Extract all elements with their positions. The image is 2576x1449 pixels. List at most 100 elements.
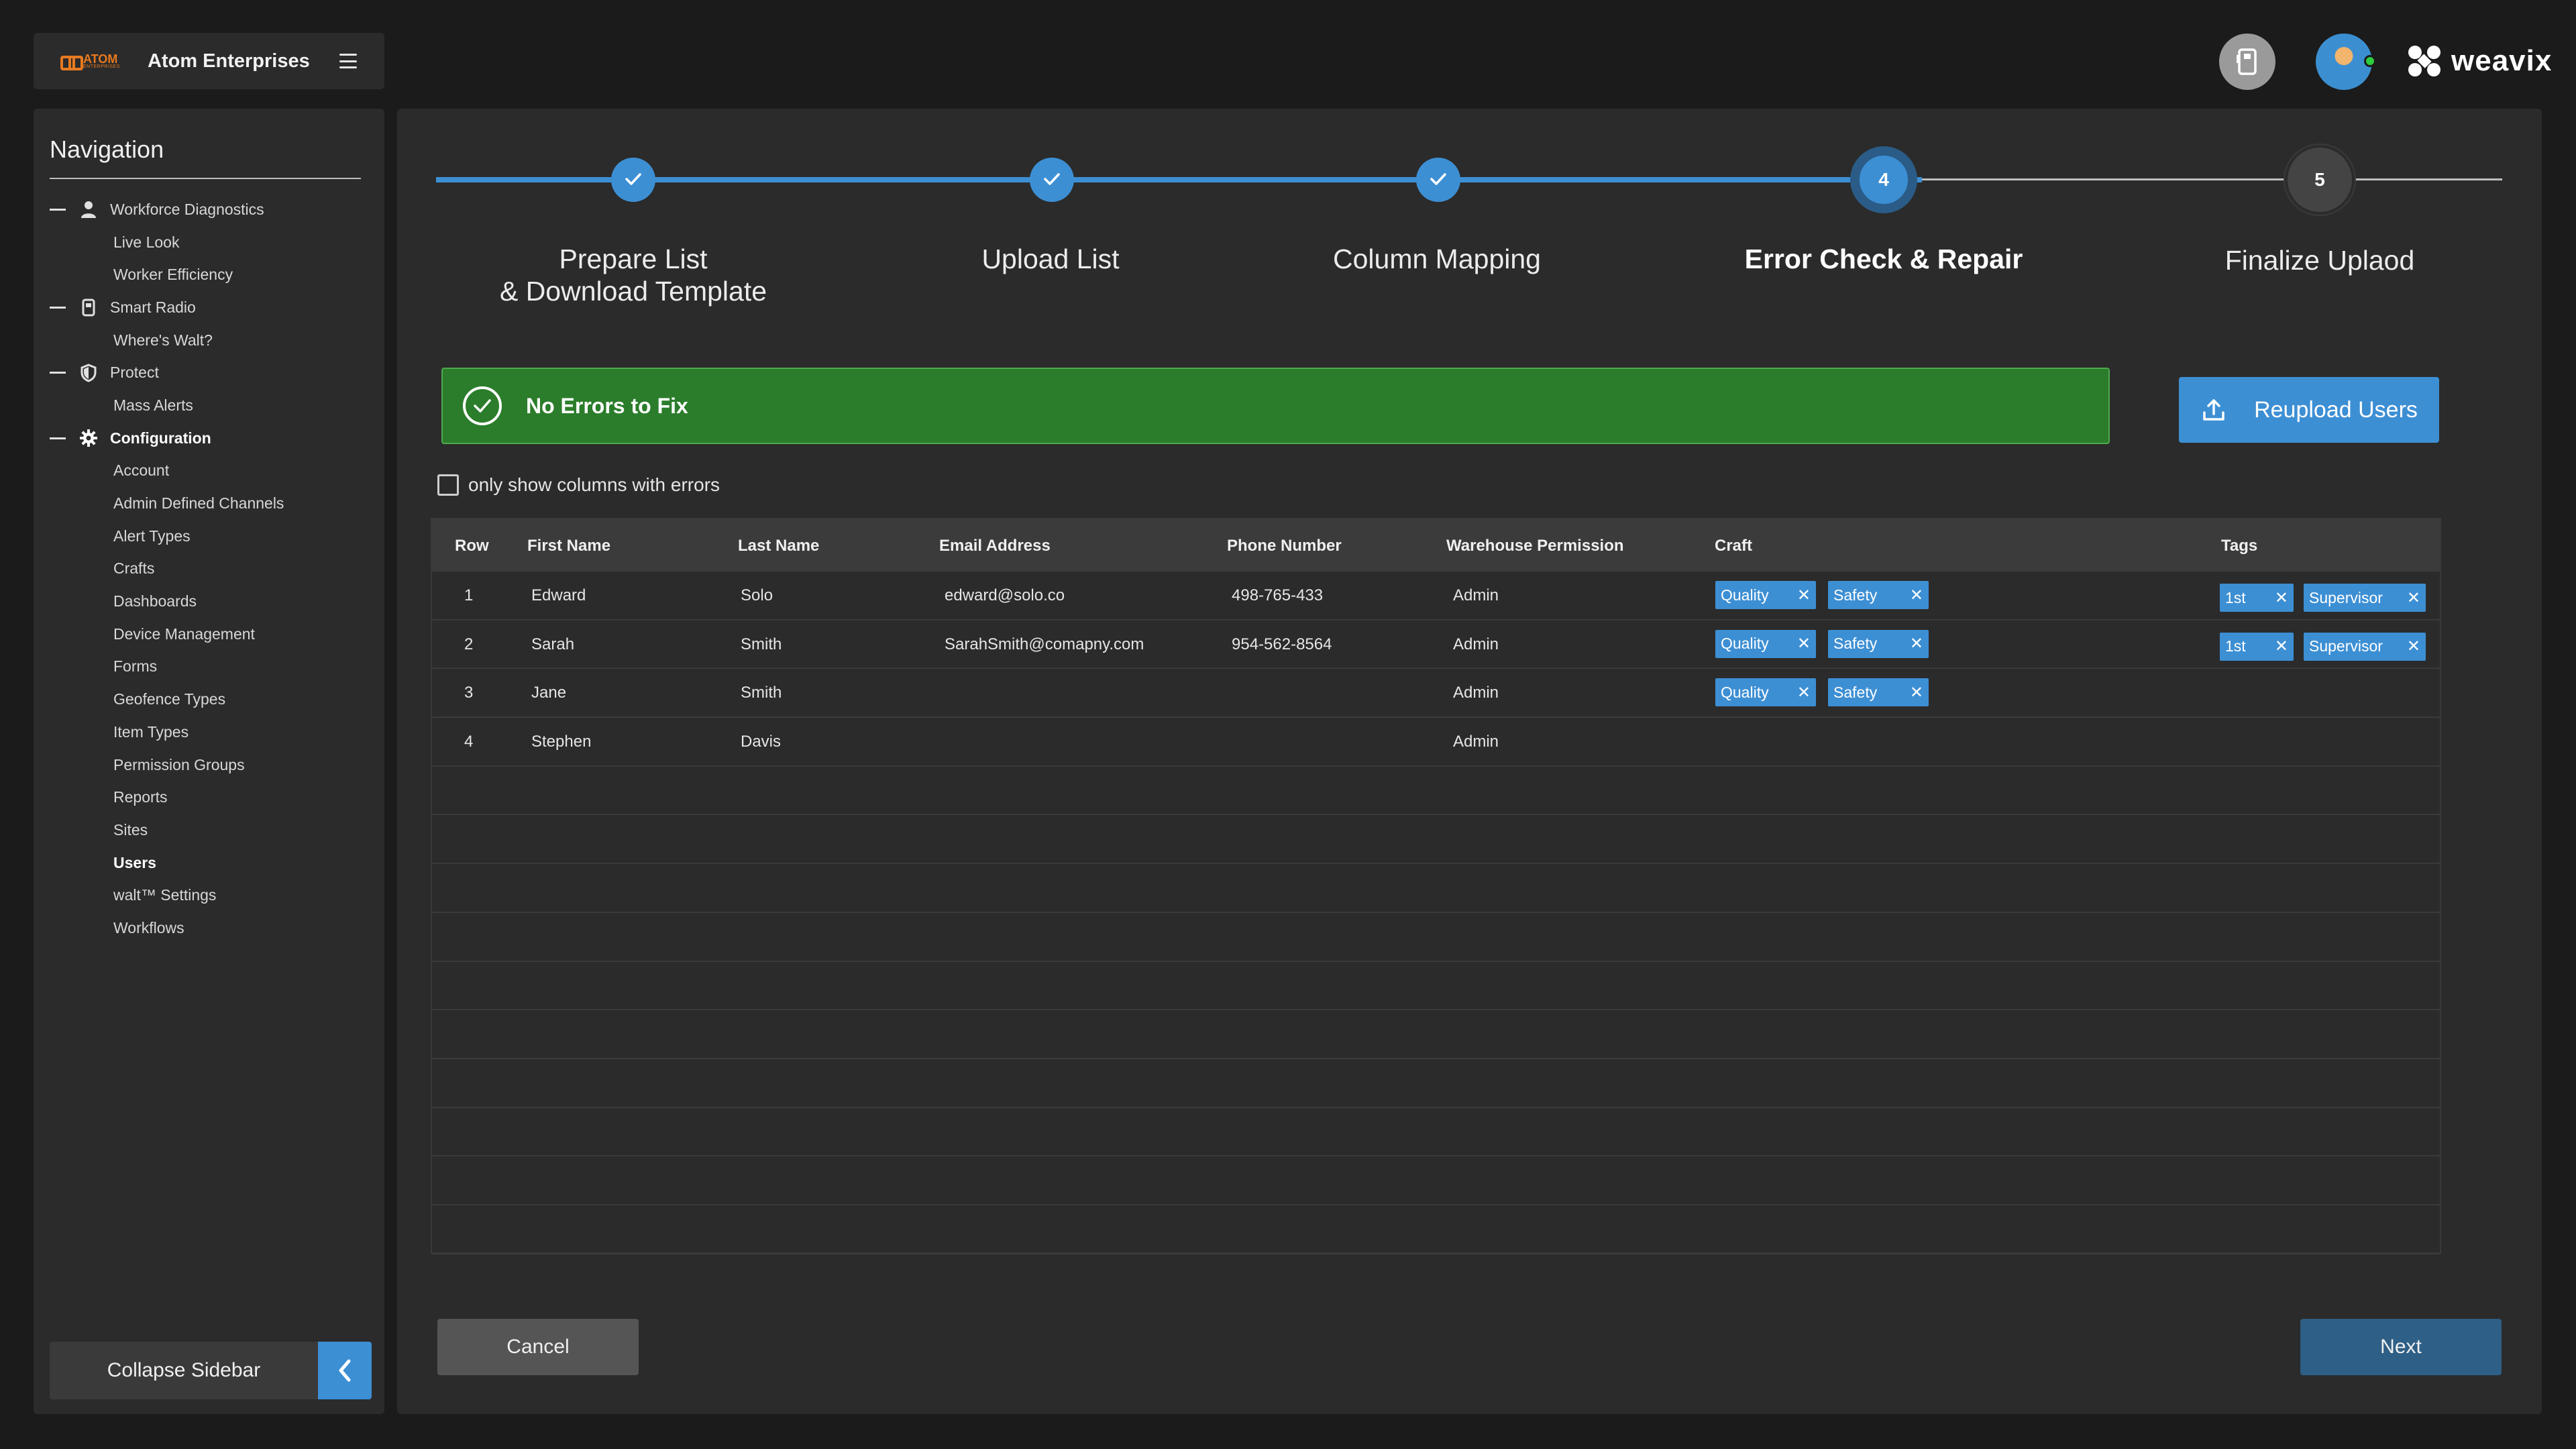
table-row[interactable]: 4 Stephen Davis Admin <box>432 718 2440 767</box>
column-header-last-name[interactable]: Last Name <box>738 537 819 555</box>
craft-chip[interactable]: Quality ✕ <box>1715 678 1816 707</box>
craft-chip[interactable]: Quality ✕ <box>1715 581 1816 609</box>
collapse-minus-icon[interactable] <box>50 208 66 211</box>
cancel-button[interactable]: Cancel <box>437 1319 639 1375</box>
sidebar-item-where-s-walt[interactable]: Where's Walt? <box>50 324 365 357</box>
sidebar-item-walt-settings[interactable]: walt™ Settings <box>50 879 365 912</box>
cell-permission[interactable]: Admin <box>1453 586 1499 605</box>
sidebar-item-smart-radio[interactable]: Smart Radio <box>50 291 365 324</box>
column-header-warehouse-permission[interactable]: Warehouse Permission <box>1446 537 1624 555</box>
column-header-tags[interactable]: Tags <box>2221 537 2257 555</box>
remove-chip-icon[interactable]: ✕ <box>1793 634 1811 653</box>
cell-phone[interactable]: 498-765-433 <box>1232 586 1323 605</box>
check-icon <box>1043 169 1061 191</box>
tag-chip[interactable]: Supervisor ✕ <box>2304 584 2426 612</box>
sidebar-item-worker-efficiency[interactable]: Worker Efficiency <box>50 258 365 291</box>
sidebar-item-permission-groups[interactable]: Permission Groups <box>50 749 365 782</box>
remove-chip-icon[interactable]: ✕ <box>2403 637 2420 656</box>
sidebar-item-forms[interactable]: Forms <box>50 651 365 684</box>
column-header-first-name[interactable]: First Name <box>527 537 610 555</box>
tag-chip[interactable]: 1st ✕ <box>2220 584 2294 612</box>
remove-chip-icon[interactable]: ✕ <box>1906 586 1923 605</box>
remove-chip-icon[interactable]: ✕ <box>2403 588 2420 608</box>
remove-chip-icon[interactable]: ✕ <box>1906 634 1923 653</box>
cell-permission[interactable]: Admin <box>1453 635 1499 654</box>
sidebar-item-workforce-diagnostics[interactable]: Workforce Diagnostics <box>50 193 365 226</box>
cell-email[interactable]: edward@solo.co <box>945 586 1065 605</box>
sidebar-item-geofence-types[interactable]: Geofence Types <box>50 683 365 716</box>
remove-chip-icon[interactable]: ✕ <box>2271 637 2288 656</box>
cell-first[interactable]: Stephen <box>531 733 591 751</box>
table-row[interactable]: 2 Sarah Smith SarahSmith@comapny.com 954-562… <box>432 621 2440 669</box>
atom-logo: ATOM ENTERPRISES <box>60 48 127 74</box>
cell-permission[interactable]: Admin <box>1453 684 1499 702</box>
sidebar-item-reports[interactable]: Reports <box>50 781 365 814</box>
craft-chip[interactable]: Safety ✕ <box>1828 629 1929 658</box>
sidebar-item-admin-defined-channels[interactable]: Admin Defined Channels <box>50 487 365 520</box>
cell-row[interactable]: 1 <box>464 586 473 605</box>
step-label-line: Error Check & Repair <box>1744 244 2023 274</box>
sidebar-item-workflows[interactable]: Workflows <box>50 912 365 945</box>
error-filter[interactable]: only show columns with errors <box>437 474 720 496</box>
cell-last[interactable]: Solo <box>741 586 773 605</box>
sidebar-item-label: Item Types <box>113 722 189 741</box>
remove-chip-icon[interactable]: ✕ <box>1793 683 1811 702</box>
cell-last[interactable]: Davis <box>741 733 781 751</box>
table-row[interactable]: 1 Edward Solo edward@solo.co 498-765-433 Admi… <box>432 572 2440 621</box>
sidebar-item-label: Geofence Types <box>113 690 226 708</box>
stepper-progress-done <box>436 177 1922 182</box>
cell-email[interactable]: SarahSmith@comapny.com <box>945 635 1144 654</box>
sidebar-item-users[interactable]: Users <box>50 847 365 879</box>
cell-phone[interactable]: 954-562-8564 <box>1232 635 1332 654</box>
sidebar-item-label: Worker Efficiency <box>113 266 233 284</box>
step-number: 5 <box>2314 169 2325 190</box>
craft-chip[interactable]: Safety ✕ <box>1828 678 1929 707</box>
cell-first[interactable]: Jane <box>531 684 566 702</box>
column-header-craft[interactable]: Craft <box>1715 537 1752 555</box>
cell-row[interactable]: 3 <box>464 684 473 702</box>
sidebar-item-mass-alerts[interactable]: Mass Alerts <box>50 389 365 422</box>
error-filter-checkbox[interactable] <box>437 474 459 496</box>
cell-first[interactable]: Sarah <box>531 635 574 654</box>
cell-last[interactable]: Smith <box>741 684 782 702</box>
next-button[interactable]: Next <box>2300 1319 2502 1375</box>
device-icon[interactable] <box>2219 34 2275 90</box>
sidebar-item-item-types[interactable]: Item Types <box>50 716 365 749</box>
table-row[interactable]: 3 Jane Smith Admin Quality ✕ Safety ✕ <box>432 669 2440 718</box>
sidebar-item-label: Dashboards <box>113 592 197 610</box>
cell-first[interactable]: Edward <box>531 586 586 605</box>
cell-row[interactable]: 4 <box>464 733 473 751</box>
empty-table-row <box>432 864 2440 913</box>
column-header-row[interactable]: Row <box>455 537 489 555</box>
collapse-minus-icon[interactable] <box>50 437 66 439</box>
collapse-sidebar[interactable]: Collapse Sidebar <box>50 1342 372 1399</box>
sidebar-item-sites[interactable]: Sites <box>50 814 365 847</box>
collapse-minus-icon[interactable] <box>50 306 66 309</box>
remove-chip-icon[interactable]: ✕ <box>1793 586 1811 605</box>
sidebar-item-crafts[interactable]: Crafts <box>50 553 365 586</box>
sidebar-item-device-management[interactable]: Device Management <box>50 618 365 651</box>
cell-row[interactable]: 2 <box>464 635 473 654</box>
remove-chip-icon[interactable]: ✕ <box>1906 683 1923 702</box>
cell-permission[interactable]: Admin <box>1453 733 1499 751</box>
tag-chip[interactable]: 1st ✕ <box>2220 632 2294 661</box>
craft-chip[interactable]: Quality ✕ <box>1715 629 1816 658</box>
sidebar-item-account[interactable]: Account <box>50 455 365 488</box>
column-header-phone-number[interactable]: Phone Number <box>1227 537 1342 555</box>
sidebar-item-alert-types[interactable]: Alert Types <box>50 520 365 553</box>
sidebar-item-live-look[interactable]: Live Look <box>50 226 365 259</box>
reupload-users-button[interactable]: Reupload Users <box>2179 377 2439 443</box>
sidebar-item-dashboards[interactable]: Dashboards <box>50 585 365 618</box>
user-avatar[interactable] <box>2316 34 2376 90</box>
remove-chip-icon[interactable]: ✕ <box>2271 588 2288 608</box>
craft-chip[interactable]: Safety ✕ <box>1828 581 1929 609</box>
tag-chip[interactable]: Supervisor ✕ <box>2304 632 2426 661</box>
collapse-sidebar-button[interactable] <box>318 1342 372 1399</box>
sidebar-item-protect[interactable]: Protect <box>50 356 365 389</box>
collapse-minus-icon[interactable] <box>50 372 66 374</box>
column-header-email-address[interactable]: Email Address <box>939 537 1051 555</box>
sidebar-item-configuration[interactable]: Configuration <box>50 422 365 455</box>
cell-last[interactable]: Smith <box>741 635 782 654</box>
collapse-sidebar-label[interactable]: Collapse Sidebar <box>50 1342 318 1399</box>
hamburger-menu-icon[interactable] <box>339 54 357 68</box>
